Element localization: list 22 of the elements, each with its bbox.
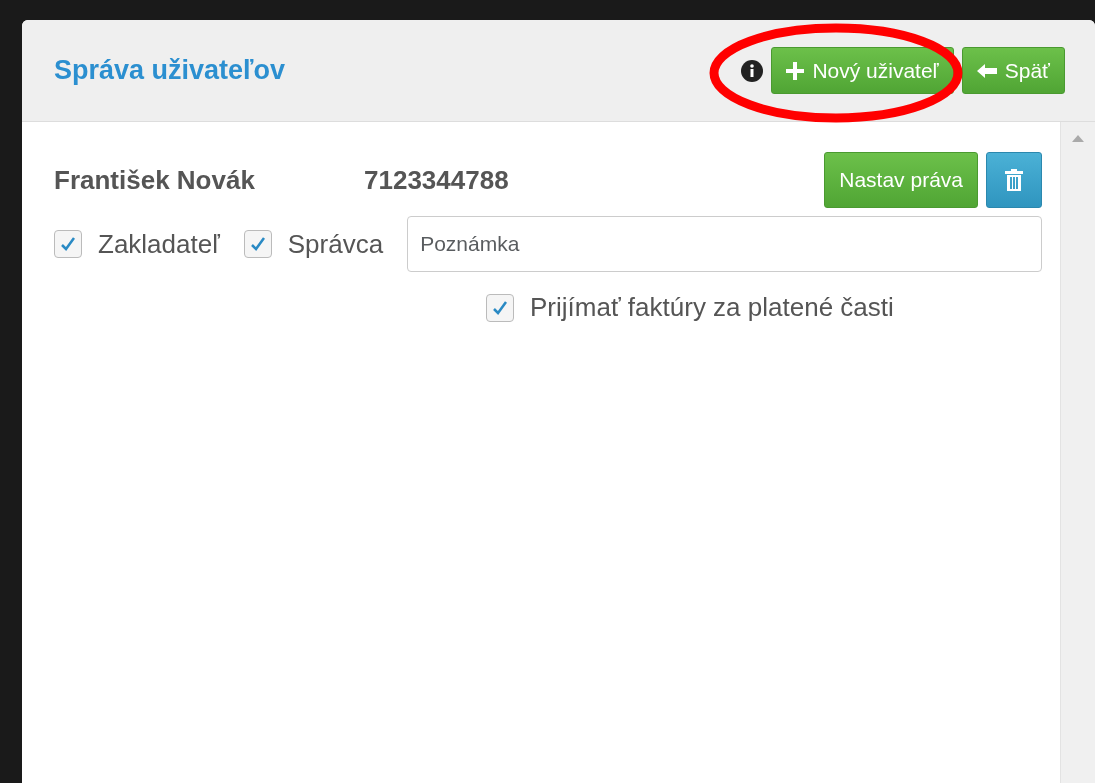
- info-icon[interactable]: [741, 59, 764, 82]
- user-name: František Novák: [54, 163, 256, 197]
- role-label: Zakladateľ: [98, 227, 220, 261]
- checkbox[interactable]: [54, 230, 82, 258]
- set-rights-button[interactable]: Nastav práva: [824, 152, 978, 208]
- back-button[interactable]: Späť: [961, 46, 1065, 95]
- invoice-label: Prijímať faktúry za platené časti: [530, 291, 894, 324]
- check-icon: [249, 236, 266, 252]
- check-icon: [60, 236, 76, 252]
- check-icon: [492, 299, 508, 316]
- checkbox[interactable]: [486, 293, 514, 322]
- note-field[interactable]: Poznámka: [407, 216, 1042, 272]
- delete-button[interactable]: [986, 152, 1042, 208]
- new-user-button[interactable]: Nový uživateľ: [771, 46, 954, 95]
- page-title: Správa uživateľov: [54, 54, 285, 87]
- role-label: Správca: [287, 227, 384, 261]
- checkbox[interactable]: [243, 230, 272, 258]
- trash-icon: [1005, 169, 1023, 191]
- scroll-up-icon[interactable]: [1071, 134, 1085, 143]
- plus-icon: [786, 61, 805, 80]
- arrow-left-icon: [976, 62, 997, 79]
- id-number: 7123344788: [364, 163, 509, 197]
